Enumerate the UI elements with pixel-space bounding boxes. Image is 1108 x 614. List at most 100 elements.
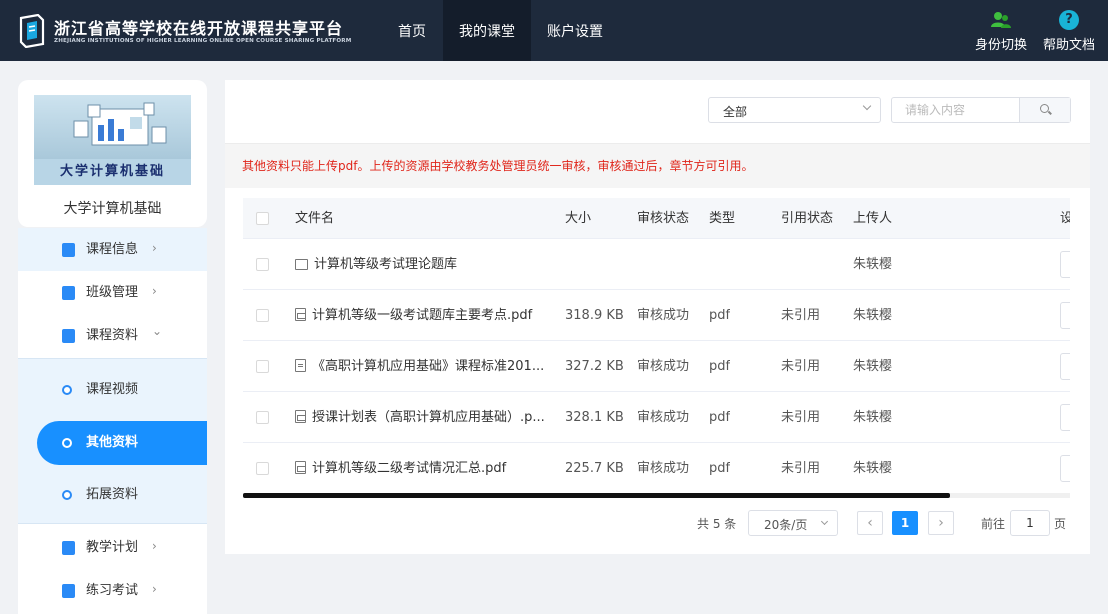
page-number-current[interactable]: 1 <box>892 511 918 535</box>
search-input[interactable] <box>892 98 1020 122</box>
nav-home[interactable]: 首页 <box>382 0 442 61</box>
file-type: pdf <box>709 410 731 425</box>
table-horizontal-scrollbar[interactable] <box>243 493 1070 498</box>
upload-notice: 其他资料只能上传pdf。上传的资源由学校教务处管理员统一审核，审核通过后，章节方… <box>225 143 1090 188</box>
doc-icon <box>62 243 75 257</box>
row-action-button[interactable] <box>1060 455 1070 482</box>
switch-role-button[interactable]: 身份切换 <box>970 10 1032 53</box>
file-type: pdf <box>709 461 731 476</box>
file-name-link[interactable]: 计算机等级二级考试情况汇总.pdf <box>295 443 545 494</box>
nav-my-classroom[interactable]: 我的课堂 <box>443 0 531 61</box>
row-action-button[interactable] <box>1060 302 1070 329</box>
goto-label: 前往 <box>981 517 1006 531</box>
filter-select-value: 全部 <box>723 105 748 119</box>
file-size: 328.1 KB <box>565 410 624 425</box>
course-materials-submenu: 课程视频 其他资料 拓展资料 <box>18 358 207 524</box>
sidebar-item-course-info[interactable]: 课程信息 › <box>18 228 207 271</box>
table-row: 计算机等级考试理论题库 朱轶樱 <box>243 239 1070 290</box>
cite-status: 未引用 <box>781 359 821 374</box>
search-icon <box>1040 104 1049 113</box>
file-type: pdf <box>709 308 731 323</box>
submenu-label: 其他资料 <box>86 435 139 450</box>
chevron-right-icon: › <box>152 284 157 298</box>
chevron-down-icon <box>862 101 872 111</box>
bullet-icon <box>62 490 72 500</box>
table-row: 计算机等级二级考试情况汇总.pdf 225.7 KB 审核成功 pdf 未引用 … <box>243 443 1070 494</box>
pdf-icon <box>295 308 306 321</box>
nav-account-settings[interactable]: 账户设置 <box>536 0 614 61</box>
prev-page-button[interactable]: ‹ <box>857 511 883 535</box>
sidebar-item-teaching-plan[interactable]: 教学计划 › <box>18 526 207 569</box>
help-icon: ? <box>1059 10 1079 30</box>
row-checkbox[interactable] <box>256 258 269 271</box>
submenu-other-materials[interactable]: 其他资料 <box>37 421 207 465</box>
sidebar-item-practice-exams[interactable]: 练习考试 › <box>18 569 207 612</box>
sidebar-item-label: 教学计划 <box>86 540 139 555</box>
pdf-icon <box>295 461 306 474</box>
book-icon <box>62 329 75 343</box>
uploader: 朱轶樱 <box>853 461 893 476</box>
table-row: 授课计划表（高职计算机应用基础）.p... 328.1 KB 审核成功 pdf … <box>243 392 1070 443</box>
file-name-link[interactable]: 计算机等级一级考试题库主要考点.pdf <box>295 290 545 341</box>
calendar-icon <box>62 541 75 555</box>
sidebar-item-course-materials[interactable]: 课程资料 ⌄ <box>18 314 207 357</box>
course-name: 大学计算机基础 <box>63 201 162 217</box>
submenu-extended-materials[interactable]: 拓展资料 <box>18 473 207 517</box>
cite-status: 未引用 <box>781 308 821 323</box>
bullet-icon <box>62 385 72 395</box>
users-icon <box>991 12 1011 28</box>
column-header-cite-status: 引用状态 <box>781 211 834 226</box>
row-action-button[interactable] <box>1060 353 1070 380</box>
row-checkbox[interactable] <box>256 360 269 373</box>
file-name-link[interactable]: 授课计划表（高职计算机应用基础）.p... <box>295 392 545 443</box>
scrollbar-thumb[interactable] <box>243 493 950 498</box>
doc-icon <box>295 359 306 372</box>
class-icon <box>62 286 75 300</box>
review-status: 审核成功 <box>637 461 690 476</box>
sidebar-item-label: 课程信息 <box>86 242 139 257</box>
row-checkbox[interactable] <box>256 411 269 424</box>
file-size: 327.2 KB <box>565 359 624 374</box>
folder-icon <box>295 259 308 270</box>
cite-status: 未引用 <box>781 410 821 425</box>
course-cover-caption: 大学计算机基础 <box>59 164 165 179</box>
switch-role-label: 身份切换 <box>974 38 1027 53</box>
total-count: 共 5 条 <box>697 517 737 531</box>
column-header-settings: 设 <box>1060 211 1070 226</box>
sidebar-item-label: 班级管理 <box>86 285 139 300</box>
materials-table: 文件名 大小 审核状态 类型 引用状态 上传人 设 计算机等级考试理论题库 朱轶… <box>243 198 1070 495</box>
search-button[interactable] <box>1019 98 1070 122</box>
filter-select[interactable]: 全部 <box>708 97 881 123</box>
row-checkbox[interactable] <box>256 462 269 475</box>
chevron-right-icon: › <box>152 582 157 596</box>
uploader: 朱轶樱 <box>853 359 893 374</box>
goto-page-input[interactable] <box>1010 510 1050 536</box>
row-action-button[interactable] <box>1060 251 1070 278</box>
exam-icon <box>62 584 75 598</box>
file-name-link[interactable]: 《高职计算机应用基础》课程标准201... <box>295 341 545 392</box>
platform-subtitle: ZHEJIANG INSTITUTIONS OF HIGHER LEARNING… <box>54 38 352 44</box>
column-header-size: 大小 <box>565 211 592 226</box>
sidebar-item-class-management[interactable]: 班级管理 › <box>18 271 207 314</box>
help-docs-button[interactable]: ? 帮助文档 <box>1038 10 1100 53</box>
row-checkbox[interactable] <box>256 309 269 322</box>
file-name-link[interactable]: 计算机等级考试理论题库 <box>295 239 545 290</box>
page-suffix-label: 页 <box>1054 517 1067 531</box>
submenu-course-videos[interactable]: 课程视频 <box>18 368 207 412</box>
platform-title: 浙江省高等学校在线开放课程共享平台 <box>54 19 344 38</box>
file-size: 318.9 KB <box>565 308 624 323</box>
course-card: 大学计算机基础 大学计算机基础 <box>18 80 207 227</box>
review-status: 审核成功 <box>637 359 690 374</box>
review-status: 审核成功 <box>637 308 690 323</box>
row-action-button[interactable] <box>1060 404 1070 431</box>
uploader: 朱轶樱 <box>853 308 893 323</box>
chevron-down-icon <box>820 517 829 526</box>
column-header-filename: 文件名 <box>295 211 335 226</box>
sidebar-menu: 课程信息 › 班级管理 › 课程资料 ⌄ 课程视频 其他资料 拓展资料 教学计划… <box>18 228 207 614</box>
select-all-checkbox[interactable] <box>256 212 269 225</box>
sidebar-item-label: 练习考试 <box>86 583 139 598</box>
materials-panel: 全部 其他资料只能上传pdf。上传的资源由学校教务处管理员统一审核，审核通过后，… <box>225 80 1090 554</box>
page-size-select[interactable]: 20条/页 <box>748 510 838 536</box>
next-page-button[interactable]: › <box>928 511 954 535</box>
chevron-right-icon: › <box>152 241 157 255</box>
